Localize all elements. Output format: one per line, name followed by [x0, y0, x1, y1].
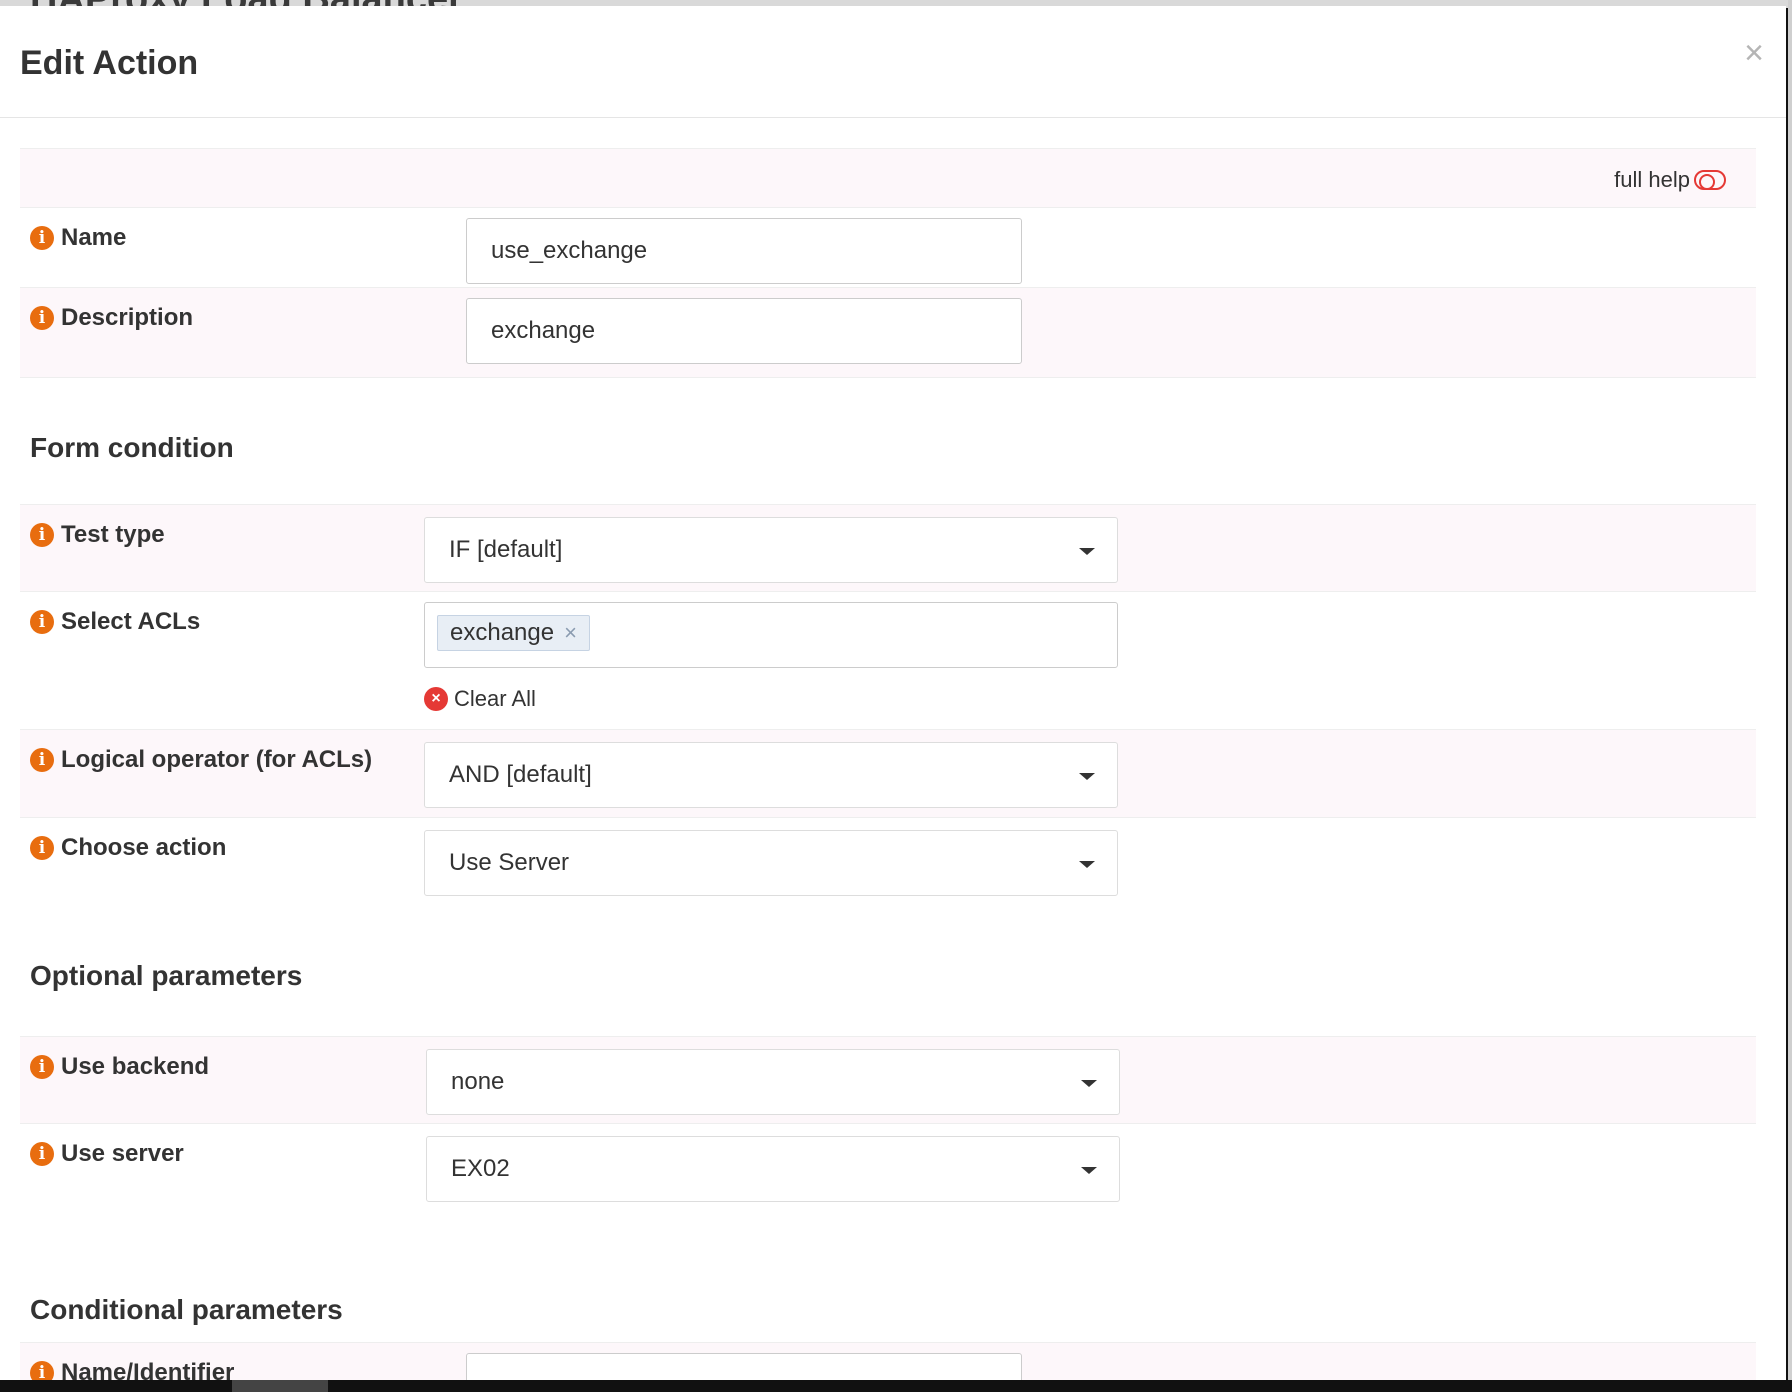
choose-action-value: Use Server	[449, 849, 570, 876]
acl-tag-label: exchange	[450, 619, 555, 646]
row-test-type: i Test type IF [default]	[20, 504, 1756, 592]
description-label: Description	[61, 304, 194, 331]
info-icon[interactable]: i	[30, 523, 54, 547]
background-edge	[1788, 0, 1792, 1392]
choose-action-select[interactable]: Use Server	[424, 830, 1118, 896]
use-server-value: EX02	[451, 1155, 510, 1182]
row-description: i Description exchange	[20, 288, 1756, 378]
clear-all-button[interactable]: × Clear All	[424, 686, 536, 712]
field-label: i Choose action	[30, 834, 226, 862]
chevron-down-icon	[1079, 861, 1095, 868]
full-help-toggle[interactable]: full help	[1614, 167, 1726, 193]
section-optional-parameters: Optional parameters	[20, 908, 1756, 1036]
chevron-down-icon	[1081, 1167, 1097, 1174]
clear-all-label: Clear All	[454, 686, 536, 711]
field-label: i Use backend	[30, 1053, 209, 1081]
test-type-select[interactable]: IF [default]	[424, 517, 1118, 583]
toggle-icon[interactable]	[1694, 170, 1726, 190]
modal-header: Edit Action ×	[0, 6, 1786, 118]
row-use-backend: i Use backend none	[20, 1036, 1756, 1124]
use-backend-select[interactable]: none	[426, 1049, 1120, 1115]
chevron-down-icon	[1079, 548, 1095, 555]
field-label: i Name	[30, 224, 126, 252]
edit-action-modal: Edit Action × full help i Name use_excha…	[0, 6, 1786, 1380]
name-input[interactable]: use_exchange	[466, 218, 1022, 284]
test-type-value: IF [default]	[449, 536, 563, 563]
section-conditional-parameters: Conditional parameters	[20, 1214, 1756, 1342]
help-row: full help	[20, 148, 1756, 208]
section-title-optional-parameters: Optional parameters	[30, 960, 303, 991]
test-type-label: Test type	[61, 521, 165, 548]
logical-operator-value: AND [default]	[449, 761, 592, 788]
info-icon[interactable]: i	[30, 610, 54, 634]
row-name: i Name use_exchange	[20, 208, 1756, 288]
use-backend-value: none	[451, 1068, 505, 1095]
use-server-label: Use server	[61, 1140, 184, 1167]
field-label: i Name/Identifier	[30, 1359, 234, 1380]
use-server-select[interactable]: EX02	[426, 1136, 1120, 1202]
info-icon[interactable]: i	[30, 1142, 54, 1166]
info-icon[interactable]: i	[30, 1361, 54, 1380]
row-logical-operator: i Logical operator (for ACLs) AND [defau…	[20, 730, 1756, 818]
name-identifier-label: Name/Identifier	[61, 1359, 235, 1380]
row-use-server: i Use server EX02	[20, 1124, 1756, 1214]
info-icon[interactable]: i	[30, 1055, 54, 1079]
field-label: i Test type	[30, 521, 165, 549]
section-form-condition: Form condition	[20, 378, 1756, 504]
select-acls-label: Select ACLs	[61, 608, 201, 635]
name-identifier-input[interactable]	[466, 1353, 1022, 1380]
section-title-conditional-parameters: Conditional parameters	[30, 1294, 343, 1325]
use-backend-label: Use backend	[61, 1053, 210, 1080]
field-label: i Use server	[30, 1140, 184, 1168]
modal-body: full help i Name use_exchange i Descript…	[20, 148, 1756, 1380]
logical-operator-select[interactable]: AND [default]	[424, 742, 1118, 808]
close-button[interactable]: ×	[1744, 36, 1764, 70]
info-icon[interactable]: i	[30, 226, 54, 250]
acl-tag: exchange ×	[437, 615, 590, 651]
modal-title: Edit Action	[20, 44, 199, 82]
clear-icon: ×	[424, 687, 448, 711]
info-icon[interactable]: i	[30, 306, 54, 330]
description-input[interactable]: exchange	[466, 298, 1022, 364]
info-icon[interactable]: i	[30, 836, 54, 860]
full-help-label: full help	[1614, 167, 1690, 192]
bottom-scroll-tab[interactable]	[232, 1380, 328, 1392]
choose-action-label: Choose action	[61, 834, 227, 861]
acls-multiselect[interactable]: exchange ×	[424, 602, 1118, 668]
tag-remove-icon[interactable]: ×	[564, 616, 577, 650]
section-title-form-condition: Form condition	[30, 432, 234, 463]
field-label: i Select ACLs	[30, 608, 200, 636]
chevron-down-icon	[1081, 1080, 1097, 1087]
logical-operator-label: Logical operator (for ACLs)	[61, 746, 373, 773]
row-choose-action: i Choose action Use Server	[20, 818, 1756, 908]
name-label: Name	[61, 224, 127, 251]
info-icon[interactable]: i	[30, 748, 54, 772]
row-name-identifier: i Name/Identifier	[20, 1342, 1756, 1380]
chevron-down-icon	[1079, 773, 1095, 780]
field-label: i Logical operator (for ACLs)	[30, 746, 372, 774]
row-select-acls: i Select ACLs exchange × × Clear All	[20, 592, 1756, 730]
field-label: i Description	[30, 304, 193, 332]
